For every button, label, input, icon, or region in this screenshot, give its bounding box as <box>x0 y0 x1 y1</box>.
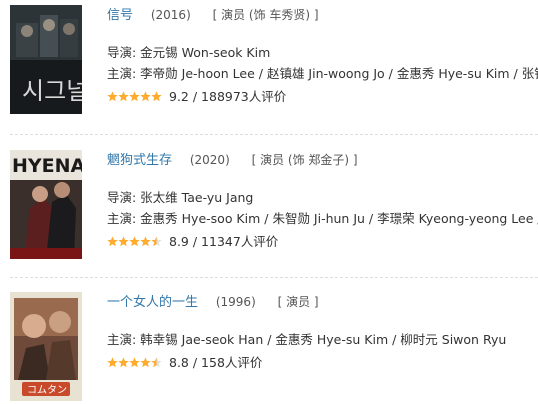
star-icon <box>140 236 151 247</box>
stars-graphic <box>107 236 162 247</box>
stars-graphic <box>107 91 162 102</box>
film-year: (2016) <box>150 8 191 22</box>
rating-text: 8.9 / 11347人评价 <box>169 234 279 249</box>
cast-line: 主演: 李帝勋 Je-hoon Lee / 赵镇雄 Jin-woong Jo /… <box>107 66 538 81</box>
rating-row: 8.9 / 11347人评价 <box>107 232 538 252</box>
film-info: 信号 (2016) [ 演员 (饰 车秀贤) ] 导演: 金元锡 Won-seo… <box>107 5 538 107</box>
poster-signal[interactable]: 시그널 <box>10 5 82 114</box>
cast-line: 主演: 金惠秀 Hye-soo Kim / 朱智勋 Ji-hun Ju / 李璟… <box>107 211 538 226</box>
poster-a-womans-life[interactable]: コムタン <box>10 292 82 401</box>
star-icon <box>118 91 129 102</box>
rating-text: 8.8 / 158人评价 <box>169 355 263 370</box>
star-icon <box>118 357 129 368</box>
poster-image: HYENA <box>10 150 82 259</box>
star-icon <box>129 91 140 102</box>
star-icon <box>151 91 162 102</box>
title-row: 魍狗式生存 (2020) [ 演员 (饰 郑金子) ] <box>107 150 538 170</box>
rating-text: 9.2 / 188973人评价 <box>169 89 287 104</box>
director-line: 导演: 金元锡 Won-seok Kim <box>107 45 271 60</box>
svg-text:시그널: 시그널 <box>22 77 82 105</box>
title-row: 一个女人的一生 (1996) [ 演员 ] <box>107 292 538 312</box>
star-icon <box>107 357 118 368</box>
star-icon <box>118 236 129 247</box>
director-line: 导演: 张太维 Tae-yu Jang <box>107 190 254 205</box>
film-year: (2020) <box>189 153 230 167</box>
poster-image: 시그널 <box>10 5 82 114</box>
film-info: 一个女人的一生 (1996) [ 演员 ] 主演: 韩幸锡 Jae-seok H… <box>107 292 538 373</box>
divider <box>10 134 538 135</box>
star-icon <box>129 357 140 368</box>
rating-stars <box>107 236 162 247</box>
film-role: [ 演员 (饰 郑金子) ] <box>251 153 358 167</box>
star-icon <box>107 236 118 247</box>
film-title-link[interactable]: 信号 <box>107 8 133 23</box>
divider <box>10 277 538 278</box>
rating-stars <box>107 91 162 102</box>
cast-line: 主演: 韩幸锡 Jae-seok Han / 金惠秀 Hye-su Kim / … <box>107 332 507 347</box>
svg-text:HYENA: HYENA <box>12 155 82 177</box>
star-icon <box>140 357 151 368</box>
filmography-list: 시그널 信号 (2016) [ 演员 (饰 车秀贤) ] 导演: 金元锡 Won… <box>0 0 538 404</box>
film-role: [ 演员 ] <box>277 295 319 309</box>
film-title-link[interactable]: 一个女人的一生 <box>107 295 198 310</box>
star-icon <box>140 91 151 102</box>
film-info: 魍狗式生存 (2020) [ 演员 (饰 郑金子) ] 导演: 张太维 Tae-… <box>107 150 538 252</box>
rating-row: 9.2 / 188973人评价 <box>107 87 538 107</box>
star-icon <box>107 91 118 102</box>
poster-image: コムタン <box>10 292 82 401</box>
title-row: 信号 (2016) [ 演员 (饰 车秀贤) ] <box>107 5 538 25</box>
svg-text:コムタン: コムタン <box>27 384 67 396</box>
rating-row: 8.8 / 158人评价 <box>107 353 538 373</box>
film-role: [ 演员 (饰 车秀贤) ] <box>212 8 319 22</box>
poster-hyena[interactable]: HYENA <box>10 150 82 259</box>
film-title-link[interactable]: 魍狗式生存 <box>107 153 172 168</box>
stars-graphic <box>107 357 162 368</box>
star-icon <box>129 236 140 247</box>
rating-stars <box>107 357 162 368</box>
film-year: (1996) <box>215 295 256 309</box>
